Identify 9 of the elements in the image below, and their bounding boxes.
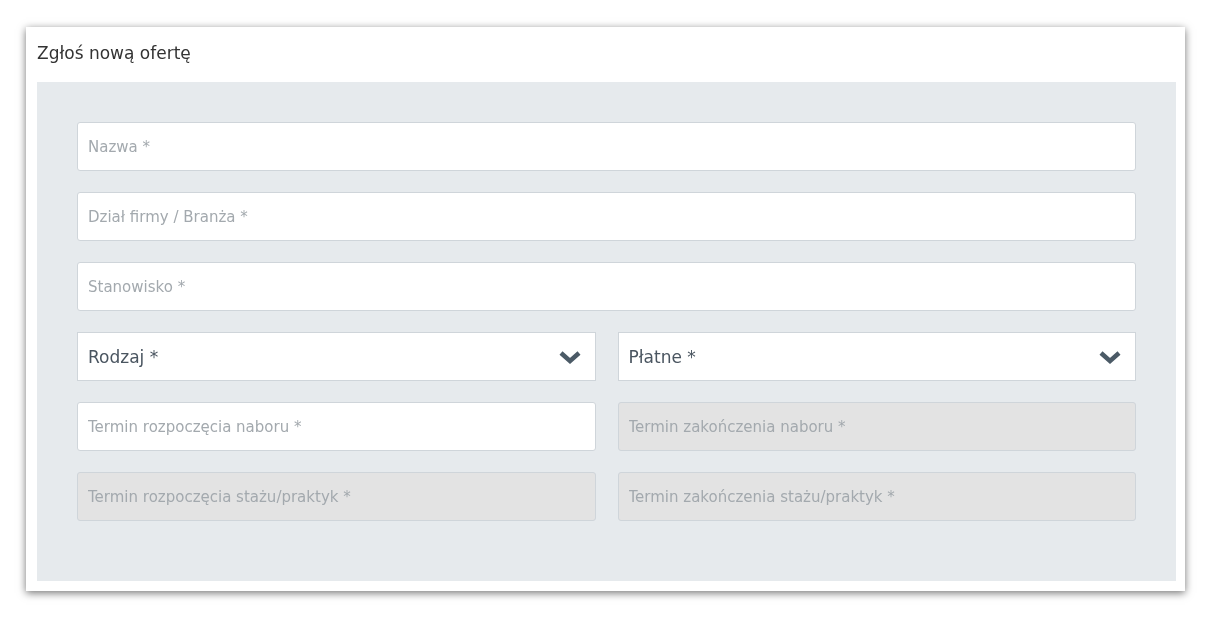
select-dropdown[interactable]: Rodzaj * [77, 332, 596, 381]
text-input-field[interactable]: Stanowisko * [77, 262, 1136, 311]
chevron-down-icon [558, 349, 581, 364]
panel-title: Zgłoś nową ofertę [37, 42, 191, 63]
select-dropdown[interactable]: Płatne * [617, 332, 1136, 381]
chevron-down-icon [1099, 349, 1121, 364]
text-input-field[interactable]: Nazwa * [77, 122, 1136, 171]
text-input-field[interactable]: Dział firmy / Branża * [77, 192, 1136, 241]
text-input-field[interactable]: Termin rozpoczęcia naboru * [77, 402, 596, 451]
